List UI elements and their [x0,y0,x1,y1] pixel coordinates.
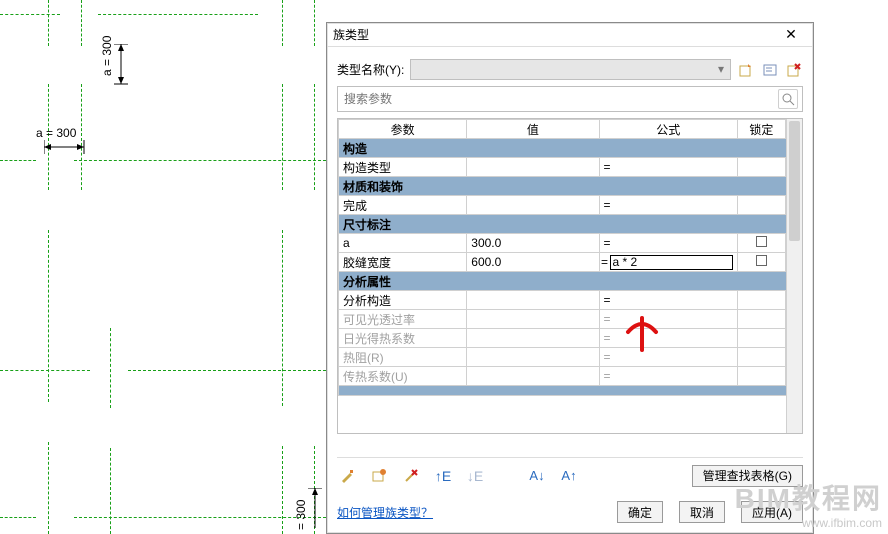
formula-input[interactable] [610,255,733,270]
search-icon[interactable] [778,89,798,109]
col-param[interactable]: 参数 [339,120,467,139]
value-cell[interactable]: 600.0 [467,253,599,272]
value-cell[interactable] [467,291,599,310]
lock-cell [737,158,785,177]
dimension-a-vertical: a = 300 [100,40,130,100]
value-cell[interactable] [467,348,599,367]
value-cell[interactable] [467,158,599,177]
param-name-cell[interactable]: 传热系数(U) [339,367,467,386]
ok-button[interactable]: 确定 [617,501,663,523]
col-formula[interactable]: 公式 [599,120,737,139]
lock-checkbox[interactable] [756,236,767,247]
rename-type-icon[interactable] [761,61,779,79]
delete-param-icon[interactable] [401,466,421,486]
param-name-cell[interactable]: a [339,234,467,253]
value-cell[interactable] [467,310,599,329]
parameter-grid: 参数 值 公式 锁定 构造ˆ构造类型=材质和装饰ˆ完成=尺寸标注ˆa300.0=… [337,118,803,434]
family-types-dialog: 族类型 ✕ 类型名称(Y): 参数 值 公式 锁定 构造ˆ构造类型=材质和装饰ˆ [326,22,814,534]
param-name-cell[interactable]: 构造类型 [339,158,467,177]
param-name-cell[interactable]: 日光得热系数 [339,329,467,348]
value-cell[interactable] [467,367,599,386]
param-name-cell[interactable]: 胶缝宽度 [339,253,467,272]
formula-cell[interactable]: = [599,291,737,310]
formula-cell[interactable]: = [599,196,737,215]
lock-cell [737,291,785,310]
col-value[interactable]: 值 [467,120,599,139]
type-name-combo[interactable] [410,59,731,80]
move-up-icon[interactable]: ↑E [433,466,453,486]
param-name-cell[interactable]: 可见光透过率 [339,310,467,329]
delete-type-icon[interactable] [785,61,803,79]
bottom-toolbar: ↑E ↓E A↓ A↑ 管理查找表格(G) [337,457,803,487]
new-param-icon[interactable] [337,466,357,486]
formula-cell[interactable]: = [599,253,737,272]
search-input[interactable] [342,88,778,110]
col-lock[interactable]: 锁定 [737,120,785,139]
new-type-icon[interactable] [737,61,755,79]
type-name-label: 类型名称(Y): [337,61,404,78]
formula-cell[interactable]: = [599,310,737,329]
dialog-title: 族类型 [333,26,775,43]
dimension-label: a = 300 [100,36,114,76]
group-header[interactable]: 构造ˆ [339,139,802,158]
group-header[interactable]: 材质和装饰ˆ [339,177,802,196]
group-header[interactable]: 分析属性ˆ [339,272,802,291]
formula-cell[interactable]: = [599,367,737,386]
sort-asc-icon[interactable]: A↓ [527,466,547,486]
value-cell[interactable]: 300.0 [467,234,599,253]
search-box[interactable] [337,86,803,112]
move-down-icon[interactable]: ↓E [465,466,485,486]
lock-cell [737,310,785,329]
modify-param-icon[interactable] [369,466,389,486]
param-name-cell[interactable]: 热阻(R) [339,348,467,367]
apply-button[interactable]: 应用(A) [741,501,803,523]
lock-cell [737,367,785,386]
close-button[interactable]: ✕ [775,26,807,43]
lock-cell [737,196,785,215]
formula-cell[interactable]: = [599,348,737,367]
lock-cell [737,253,785,272]
formula-cell[interactable]: = [599,329,737,348]
sort-desc-icon[interactable]: A↑ [559,466,579,486]
help-link[interactable]: 如何管理族类型？ [337,504,433,521]
manage-lookup-button[interactable]: 管理查找表格(G) [692,465,803,487]
formula-cell[interactable]: = [599,234,737,253]
value-cell[interactable] [467,329,599,348]
dimension-label: a = 300 [36,126,76,140]
lock-cell [737,329,785,348]
formula-cell[interactable]: = [599,158,737,177]
group-header[interactable]: 尺寸标注ˆ [339,215,802,234]
grid-scrollbar[interactable] [786,119,802,433]
dimension-a-horizontal: a = 300 [40,126,100,156]
lock-cell [737,234,785,253]
lock-checkbox[interactable] [756,255,767,266]
titlebar: 族类型 ✕ [327,23,813,47]
cancel-button[interactable]: 取消 [679,501,725,523]
lock-cell [737,348,785,367]
dimension-partial: = 300 [294,482,324,534]
param-name-cell[interactable]: 分析构造 [339,291,467,310]
param-name-cell[interactable]: 完成 [339,196,467,215]
value-cell[interactable] [467,196,599,215]
